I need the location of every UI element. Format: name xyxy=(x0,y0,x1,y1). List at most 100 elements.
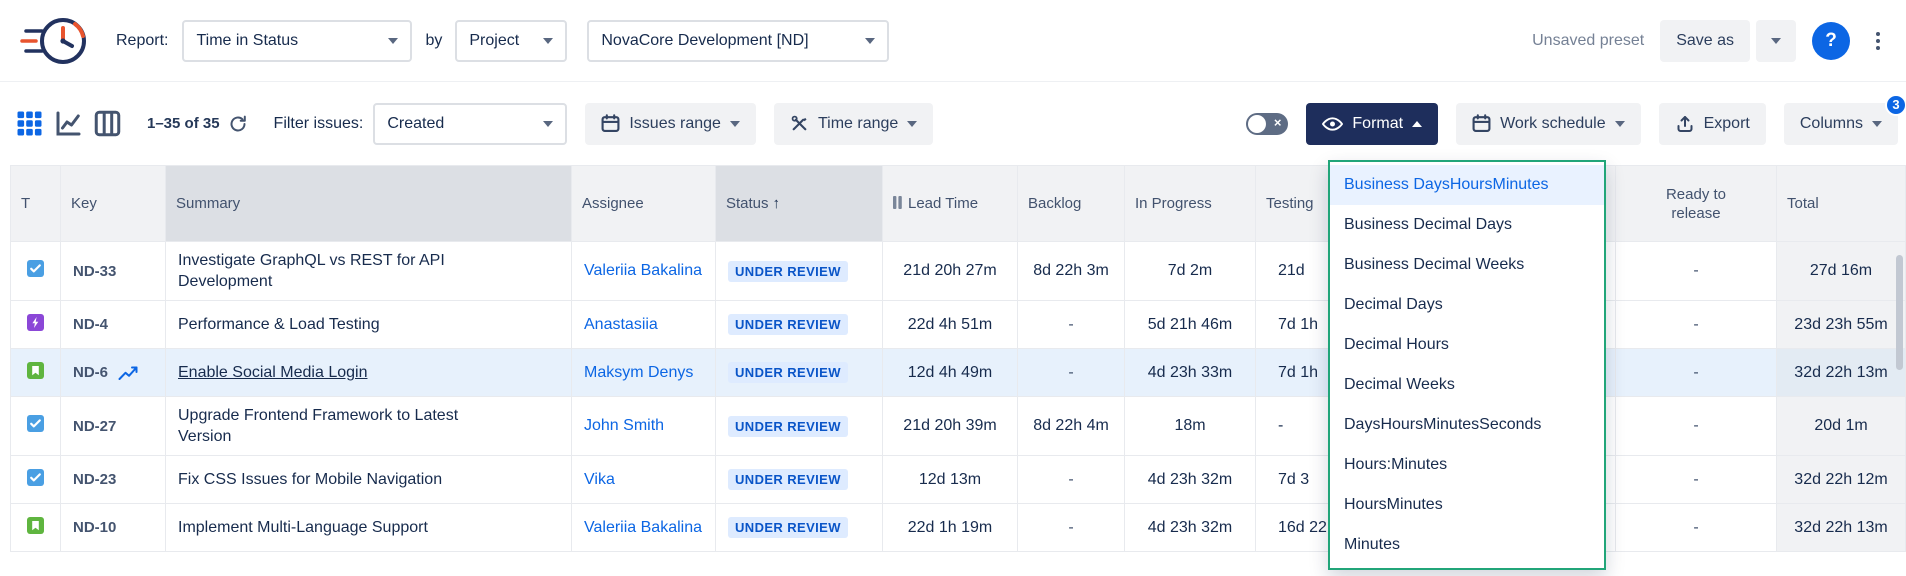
vertical-scrollbar[interactable] xyxy=(1896,255,1903,370)
issues-range-button[interactable]: Issues range xyxy=(585,103,756,145)
task-icon xyxy=(27,469,44,486)
grid-view-icon[interactable] xyxy=(16,110,43,137)
cell-total: 23d 23h 55m xyxy=(1777,301,1906,349)
format-option[interactable]: DaysHoursMinutesSeconds xyxy=(1330,405,1604,445)
format-option[interactable]: Decimal Days xyxy=(1330,285,1604,325)
format-option[interactable]: Decimal Hours xyxy=(1330,325,1604,365)
toggle-switch[interactable]: × xyxy=(1246,113,1288,135)
row-chart-icon[interactable] xyxy=(118,365,139,381)
column-header-assignee[interactable]: Assignee xyxy=(572,166,716,242)
cell-status: UNDER REVIEW xyxy=(716,397,883,456)
export-icon xyxy=(1675,114,1695,134)
cell-status: UNDER REVIEW xyxy=(716,504,883,552)
column-header-type[interactable]: T xyxy=(11,166,61,242)
column-header-inprogress[interactable]: In Progress xyxy=(1125,166,1256,242)
report-label: Report: xyxy=(116,32,168,50)
chevron-down-icon xyxy=(543,121,553,127)
cell-inprogress: 4d 23h 32m xyxy=(1125,456,1256,504)
filter-field-select[interactable]: Created xyxy=(373,103,567,145)
cell-inprogress: 4d 23h 33m xyxy=(1125,349,1256,397)
cell-backlog: 8d 22h 3m xyxy=(1018,242,1125,301)
time-range-button[interactable]: Time range xyxy=(774,103,933,145)
cell-ready: - xyxy=(1616,456,1777,504)
save-as-dropdown-button[interactable] xyxy=(1756,20,1796,62)
format-option[interactable]: Business DaysHoursMinutes xyxy=(1330,165,1604,205)
sort-ascending-icon: ↑ xyxy=(773,195,781,212)
issue-summary[interactable]: Upgrade Frontend Framework to Latest Ver… xyxy=(178,405,508,447)
column-header-backlog[interactable]: Backlog xyxy=(1018,166,1125,242)
tools-icon xyxy=(790,114,809,133)
columns-button[interactable]: Columns xyxy=(1784,103,1898,145)
column-header-status[interactable]: Status↑ xyxy=(716,166,883,242)
column-header-ready[interactable]: Ready to release xyxy=(1616,166,1777,242)
assignee-link[interactable]: Anastasiia xyxy=(584,316,658,333)
format-option[interactable]: Minutes xyxy=(1330,525,1604,565)
board-view-icon[interactable] xyxy=(94,110,121,137)
cell-inprogress: 7d 2m xyxy=(1125,242,1256,301)
issue-key: ND-4 xyxy=(73,316,108,333)
chart-view-icon[interactable] xyxy=(55,110,82,137)
column-header-total[interactable]: Total xyxy=(1777,166,1906,242)
cell-backlog: - xyxy=(1018,456,1125,504)
assignee-link[interactable]: Maksym Denys xyxy=(584,364,693,381)
calendar-icon xyxy=(1472,114,1491,133)
assignee-link[interactable]: John Smith xyxy=(584,417,664,434)
assignee-link[interactable]: Valeriia Bakalina xyxy=(584,519,702,536)
refresh-icon[interactable] xyxy=(228,114,248,134)
trend-chart-icon xyxy=(118,365,139,381)
column-header-lead[interactable]: Lead Time xyxy=(883,166,1018,242)
cell-assignee: Vika xyxy=(572,456,716,504)
format-option[interactable]: Business Decimal Weeks xyxy=(1330,245,1604,285)
status-badge: UNDER REVIEW xyxy=(728,517,848,538)
group-by-value: Project xyxy=(469,32,519,50)
issue-summary[interactable]: Fix CSS Issues for Mobile Navigation xyxy=(178,469,442,490)
cell-lead: 22d 4h 51m xyxy=(883,301,1018,349)
issue-key: ND-23 xyxy=(73,471,116,488)
task-icon xyxy=(27,260,44,277)
cell-key: ND-6 xyxy=(61,349,166,397)
toggle-off-icon: × xyxy=(1274,115,1282,130)
column-header-key[interactable]: Key xyxy=(61,166,166,242)
project-select[interactable]: NovaCore Development [ND] xyxy=(587,20,889,62)
task-icon xyxy=(27,415,44,432)
work-schedule-label: Work schedule xyxy=(1500,115,1606,133)
save-as-button[interactable]: Save as xyxy=(1660,20,1750,62)
cell-key: ND-27 xyxy=(61,397,166,456)
toolbar: 1–35 of 35 Filter issues: Created Issues… xyxy=(0,82,1906,165)
report-type-select[interactable]: Time in Status xyxy=(182,20,412,62)
issue-summary[interactable]: Implement Multi-Language Support xyxy=(178,517,428,538)
kebab-menu-button[interactable] xyxy=(1866,26,1890,56)
issue-summary[interactable]: Investigate GraphQL vs REST for API Deve… xyxy=(178,250,508,292)
format-option[interactable]: Hours:Minutes xyxy=(1330,445,1604,485)
cell-summary: Fix CSS Issues for Mobile Navigation xyxy=(166,456,572,504)
format-option[interactable]: HoursMinutes xyxy=(1330,485,1604,525)
cell-ready: - xyxy=(1616,504,1777,552)
chevron-down-icon xyxy=(1615,121,1625,127)
column-label: Status xyxy=(726,195,769,212)
cell-type xyxy=(11,301,61,349)
format-option[interactable]: Decimal Weeks xyxy=(1330,365,1604,405)
group-by-select[interactable]: Project xyxy=(455,20,567,62)
cell-summary: Performance & Load Testing xyxy=(166,301,572,349)
format-option[interactable]: Business Decimal Days xyxy=(1330,205,1604,245)
cell-lead: 22d 1h 19m xyxy=(883,504,1018,552)
format-button[interactable]: Format xyxy=(1306,103,1438,145)
assignee-link[interactable]: Valeriia Bakalina xyxy=(584,262,702,279)
chevron-down-icon xyxy=(730,121,740,127)
issue-summary[interactable]: Enable Social Media Login xyxy=(178,362,367,383)
issue-summary[interactable]: Performance & Load Testing xyxy=(178,314,380,335)
column-label: Key xyxy=(71,195,97,212)
chevron-down-icon xyxy=(1771,38,1781,44)
cell-key: ND-4 xyxy=(61,301,166,349)
column-header-summary[interactable]: Summary xyxy=(166,166,572,242)
chevron-down-icon xyxy=(907,121,917,127)
cell-total: 32d 22h 13m xyxy=(1777,504,1906,552)
story-icon xyxy=(27,517,44,534)
cell-type xyxy=(11,242,61,301)
export-button[interactable]: Export xyxy=(1659,103,1766,145)
issues-range-label: Issues range xyxy=(629,115,721,133)
status-badge: UNDER REVIEW xyxy=(728,362,848,383)
assignee-link[interactable]: Vika xyxy=(584,471,615,488)
work-schedule-button[interactable]: Work schedule xyxy=(1456,103,1641,145)
help-button[interactable]: ? xyxy=(1812,22,1850,60)
